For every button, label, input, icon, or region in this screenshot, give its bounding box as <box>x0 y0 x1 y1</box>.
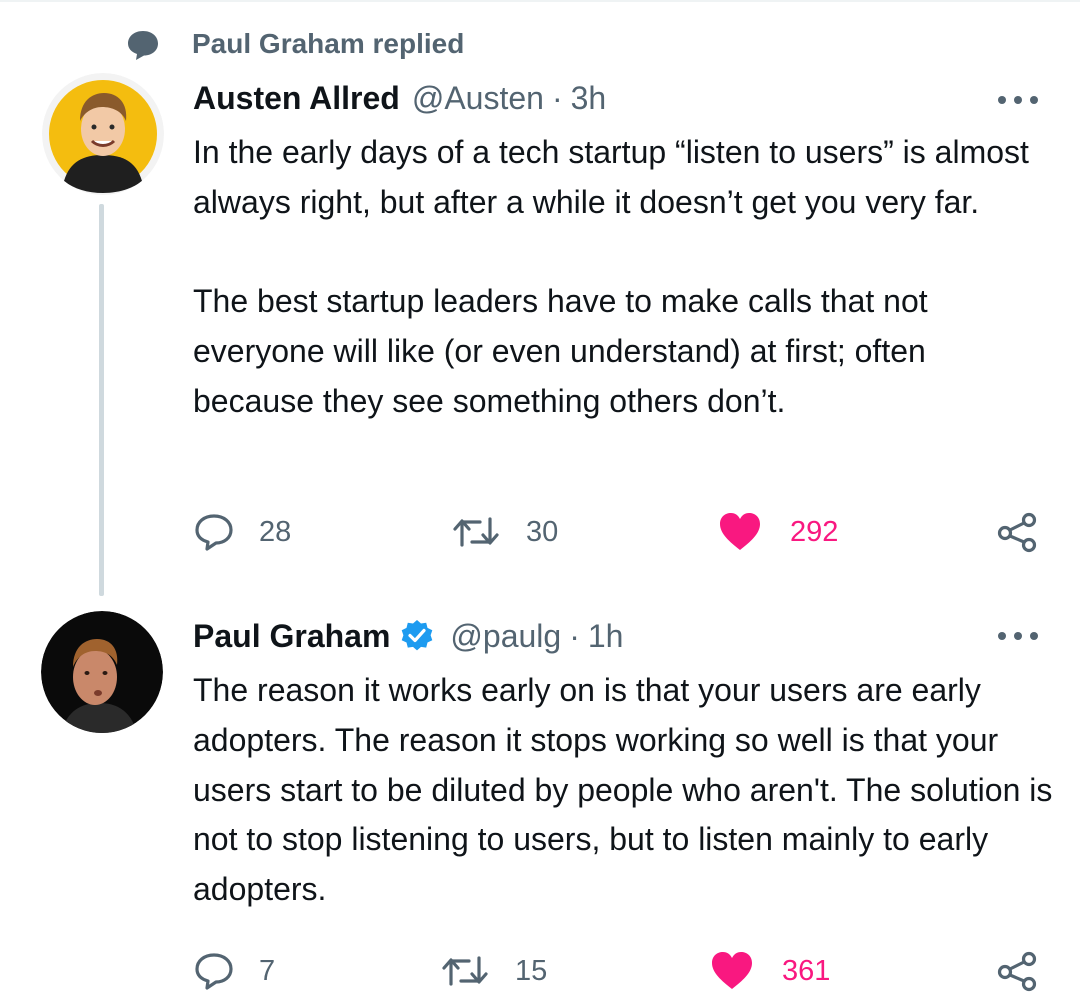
heart-icon <box>720 513 760 550</box>
heart-icon <box>712 952 752 989</box>
separator: · <box>551 80 563 116</box>
reply-button[interactable]: 28 <box>193 507 291 557</box>
tweet-text: The reason it works early on is that you… <box>193 666 1053 915</box>
timestamp[interactable]: 1h <box>588 616 624 656</box>
tweet-paragraph: In the early days of a tech startup “lis… <box>193 134 1029 220</box>
reply-icon <box>195 953 233 990</box>
share-button[interactable] <box>996 946 1038 996</box>
timestamp[interactable]: 3h <box>571 78 607 118</box>
tweet-header: Austen Allred @Austen · 3h <box>193 78 606 118</box>
action-bar: 28 30 292 <box>0 507 1080 557</box>
user-handle[interactable]: @paulg <box>450 616 561 656</box>
share-button[interactable] <box>996 507 1038 557</box>
action-bar: 7 15 361 <box>0 946 1080 996</box>
display-name[interactable]: Austen Allred <box>193 78 400 118</box>
avatar-paulg[interactable] <box>41 611 163 733</box>
share-icon <box>997 951 1037 992</box>
verified-badge-icon <box>402 620 433 651</box>
user-handle[interactable]: @Austen <box>412 78 544 118</box>
retweet-button[interactable]: 30 <box>452 507 558 557</box>
like-count: 361 <box>782 954 831 987</box>
retweet-button[interactable]: 15 <box>441 946 547 996</box>
reply-count: 7 <box>259 954 276 987</box>
share-icon <box>997 512 1037 553</box>
reply-button[interactable]: 7 <box>193 946 275 996</box>
like-button[interactable]: 292 <box>718 507 838 557</box>
tweet-header: Paul Graham @paulg · 1h <box>193 616 623 656</box>
reply-icon <box>195 514 233 551</box>
separator: · <box>569 618 580 654</box>
retweet-count: 30 <box>526 515 559 548</box>
retweet-icon <box>442 956 488 986</box>
top-divider <box>0 0 1080 2</box>
retweet-count: 15 <box>515 954 548 987</box>
reply-count: 28 <box>259 515 292 548</box>
tweet-paragraph: The best startup leaders have to make ca… <box>193 283 928 419</box>
display-name[interactable]: Paul Graham <box>193 616 390 656</box>
like-button[interactable]: 361 <box>710 946 830 996</box>
reply-context-label: Paul Graham replied <box>192 28 465 59</box>
tweet-text: In the early days of a tech startup “lis… <box>193 128 1053 427</box>
tweet-paragraph: The reason it works early on is that you… <box>193 672 1053 908</box>
ellipsis-icon[interactable] <box>998 92 1038 108</box>
avatar-austen[interactable] <box>42 73 164 195</box>
speech-bubble-icon <box>128 31 158 60</box>
ellipsis-icon[interactable] <box>998 628 1038 644</box>
retweet-icon <box>453 517 499 547</box>
like-count: 292 <box>790 515 839 548</box>
